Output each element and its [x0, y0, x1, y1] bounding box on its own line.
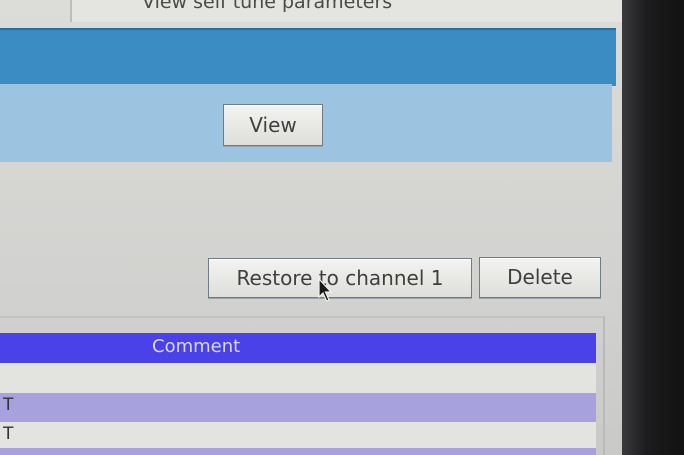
- table-cell: T: [3, 424, 14, 444]
- view-button[interactable]: View: [223, 104, 323, 146]
- table-cell: T: [3, 395, 14, 415]
- application-window: View self tune parameters View Restore t…: [0, 0, 628, 455]
- title-bar: View self tune parameters: [70, 0, 628, 22]
- arrow-pointer-icon: [318, 278, 333, 302]
- window-title: View self tune parameters: [142, 0, 393, 13]
- restore-to-channel-button[interactable]: Restore to channel 1: [208, 258, 472, 298]
- table-row[interactable]: [0, 363, 596, 393]
- header-band: [0, 28, 616, 86]
- delete-button[interactable]: Delete: [479, 257, 601, 298]
- table-row[interactable]: [0, 448, 596, 455]
- table-row[interactable]: T: [0, 422, 596, 448]
- table-header-row: Comment: [0, 333, 596, 363]
- column-header-comment[interactable]: Comment: [152, 336, 240, 357]
- table-row[interactable]: T: [0, 393, 596, 422]
- monitor-bezel: [622, 0, 684, 455]
